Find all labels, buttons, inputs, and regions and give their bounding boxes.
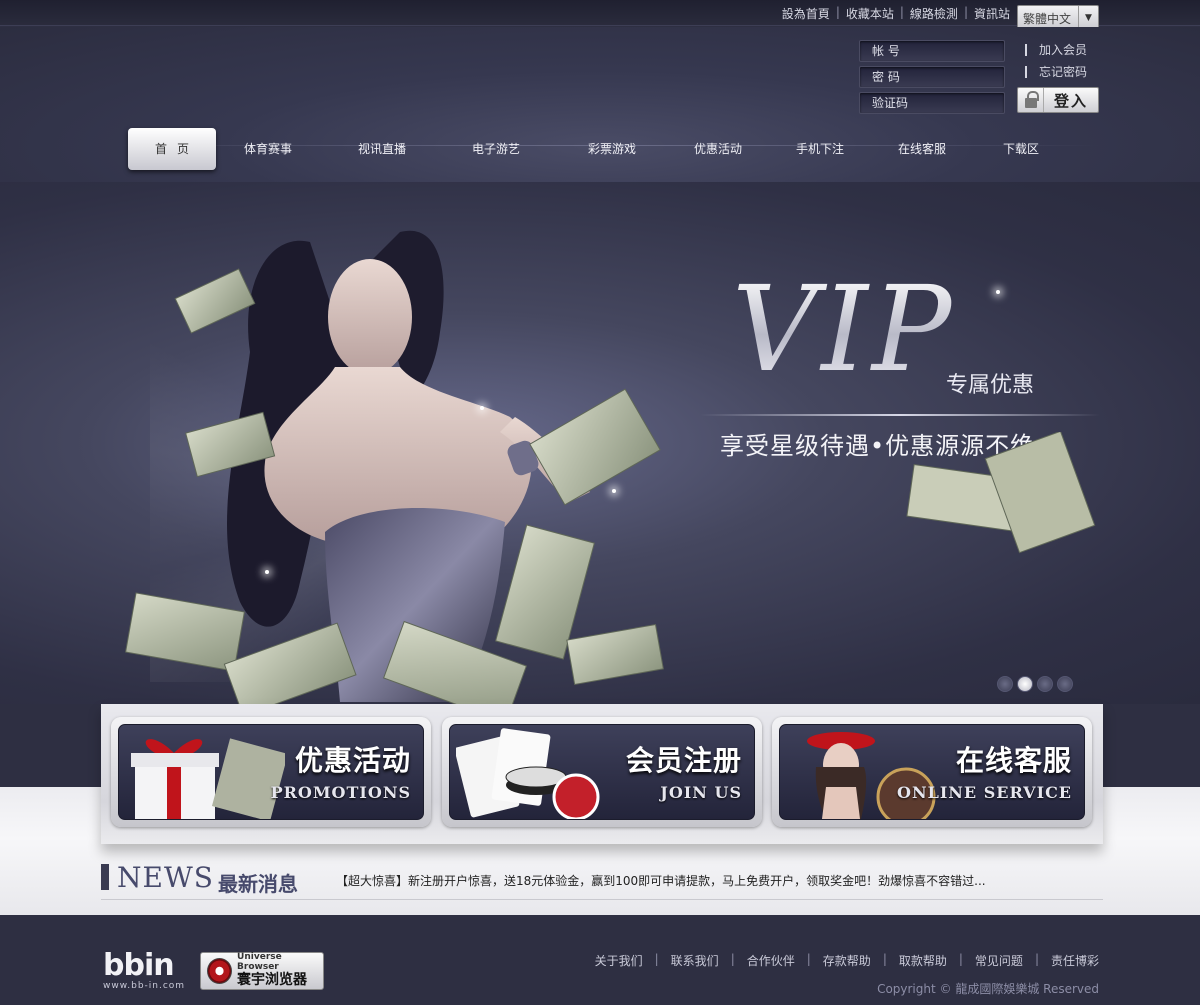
service-agent-icon	[807, 732, 936, 819]
footer-link-withdraw-help[interactable]: 取款帮助	[899, 952, 947, 969]
hero-banner[interactable]: VIP 专属优惠 享受星级待遇•优惠源源不绝	[0, 182, 1200, 704]
set-homepage-link[interactable]: 設為首頁	[782, 5, 830, 22]
news-title-en: NEWS	[117, 861, 214, 894]
carousel-dots	[997, 676, 1073, 692]
banner-title: VIP	[732, 260, 956, 398]
nav-item-live[interactable]: 视讯直播	[342, 128, 422, 170]
language-value: 繁體中文	[1023, 11, 1072, 26]
login-button[interactable]: 登入	[1017, 87, 1099, 113]
promo-tray: 优惠活动 PROMOTIONS 会员注册 JOIN US 在线客服 ONLINE…	[101, 704, 1103, 844]
nav-item-sports[interactable]: 体育赛事	[228, 128, 308, 170]
nav-item-electronic[interactable]: 电子游艺	[456, 128, 536, 170]
forgot-password-link[interactable]: 忘记密码	[1025, 66, 1087, 78]
line-check-link[interactable]: 線路檢測	[910, 5, 958, 22]
universe-browser-badge[interactable]: Universe Browser 寰宇浏览器	[200, 952, 324, 990]
bookmark-link[interactable]: 收藏本站	[846, 5, 894, 22]
model-illustration	[125, 230, 664, 704]
promo-card-join[interactable]: 会员注册 JOIN US	[442, 717, 762, 827]
promo-subtitle: PROMOTIONS	[270, 783, 411, 802]
nav-item-download[interactable]: 下载区	[981, 128, 1061, 170]
separator: |	[654, 952, 659, 966]
carousel-dot[interactable]	[1037, 676, 1053, 692]
footer-link-faq[interactable]: 常见问题	[975, 952, 1023, 969]
separator: |	[963, 5, 968, 19]
promo-subtitle: ONLINE SERVICE	[897, 783, 1072, 802]
password-field[interactable]: 密 码	[859, 66, 1005, 88]
bbin-logo: bbin www.bb-in.com	[103, 948, 186, 992]
sparkle	[996, 290, 1000, 294]
promo-title: 会员注册	[625, 744, 742, 777]
footer-links: 关于我们 | 联系我们 | 合作伙伴 | 存款帮助 | 取款帮助 | 常见问题 …	[595, 952, 1099, 969]
separator: |	[835, 5, 840, 19]
top-links: 設為首頁 | 收藏本站 | 線路檢測 | 資訊站	[782, 5, 1010, 22]
footer: bbin www.bb-in.com Universe Browser 寰宇浏览…	[0, 915, 1200, 1005]
sparkle	[612, 489, 616, 493]
news-marker	[101, 864, 109, 890]
banner-subtitle: 专属优惠	[946, 373, 1035, 398]
separator: |	[958, 952, 963, 966]
nav-item-promotions[interactable]: 优惠活动	[678, 128, 758, 170]
footer-link-deposit-help[interactable]: 存款帮助	[823, 952, 871, 969]
lock-icon	[1018, 88, 1044, 112]
promo-title: 在线客服	[955, 744, 1072, 777]
promo-subtitle: JOIN US	[660, 783, 742, 802]
nav-item-service[interactable]: 在线客服	[882, 128, 962, 170]
separator: |	[882, 952, 887, 966]
info-site-link[interactable]: 資訊站	[974, 5, 1010, 22]
promo-card-promotions[interactable]: 优惠活动 PROMOTIONS	[111, 717, 431, 827]
nav-item-home[interactable]: 首页	[128, 128, 216, 170]
news-title-cn: 最新消息	[218, 872, 298, 896]
divider	[700, 414, 1100, 416]
gift-box-icon	[131, 738, 285, 819]
sparkle	[265, 570, 269, 574]
nav-item-lottery[interactable]: 彩票游戏	[572, 128, 652, 170]
footer-link-responsible[interactable]: 责任博彩	[1051, 952, 1099, 969]
browser-name-en: Universe Browser	[237, 952, 282, 973]
browser-name-cn: 寰宇浏览器	[237, 972, 308, 989]
footer-link-contact[interactable]: 联系我们	[671, 952, 719, 969]
join-member-link[interactable]: 加入会员	[1025, 44, 1087, 56]
separator: |	[1034, 952, 1039, 966]
carousel-dot[interactable]	[997, 676, 1013, 692]
bbin-logo-url: www.bb-in.com	[103, 981, 186, 991]
money-stack-illustration	[906, 432, 1096, 554]
promo-title: 优惠活动	[294, 744, 411, 777]
separator: |	[730, 952, 735, 966]
sparkle	[480, 406, 484, 410]
news-ticker[interactable]: 【超大惊喜】新注册开户惊喜，送18元体验金，赢到100即可申请提款，马上免费开户…	[336, 872, 986, 889]
login-button-label: 登入	[1053, 91, 1088, 110]
carousel-dot-active[interactable]	[1017, 676, 1033, 692]
main-nav: 首页 体育赛事 视讯直播 电子游艺 彩票游戏 优惠活动 手机下注 在线客服 下载…	[128, 128, 1088, 172]
footer-link-about[interactable]: 关于我们	[595, 952, 643, 969]
nav-item-mobile[interactable]: 手机下注	[780, 128, 860, 170]
footer-link-partners[interactable]: 合作伙伴	[747, 952, 795, 969]
poker-chips-icon	[456, 728, 600, 819]
bbin-logo-text: bbin	[103, 948, 175, 983]
news-bar: NEWS 最新消息 【超大惊喜】新注册开户惊喜，送18元体验金，赢到100即可申…	[101, 858, 1103, 900]
separator: |	[806, 952, 811, 966]
account-field[interactable]: 帐 号	[859, 40, 1005, 62]
promo-card-service[interactable]: 在线客服 ONLINE SERVICE	[772, 717, 1092, 827]
browser-logo-icon	[207, 958, 233, 984]
captcha-field[interactable]: 验证码	[859, 92, 1005, 114]
copyright: Copyright © 龍成國際娛樂城 Reserved	[877, 982, 1099, 996]
separator: |	[899, 5, 904, 19]
carousel-dot[interactable]	[1057, 676, 1073, 692]
